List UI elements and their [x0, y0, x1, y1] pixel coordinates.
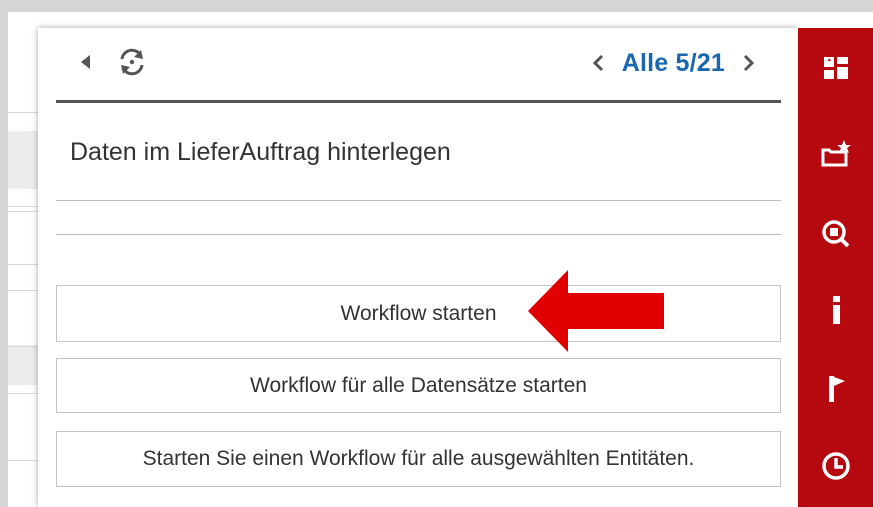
divider — [56, 200, 781, 201]
folder-star-icon[interactable] — [820, 138, 852, 170]
pager-label[interactable]: Alle 5/21 — [622, 49, 725, 78]
action-panel: Alle 5/21 Daten im LieferAuftrag hinterl… — [38, 28, 798, 507]
chevron-right-icon[interactable] — [739, 51, 757, 75]
grid-row-line — [8, 393, 38, 394]
start-workflow-selected-entities-button[interactable]: Starten Sie einen Workflow für alle ausg… — [56, 431, 781, 487]
panel-title: Daten im LieferAuftrag hinterlegen — [70, 138, 451, 166]
grid-row-line — [8, 264, 38, 265]
background-grid — [8, 28, 39, 507]
right-sidebar — [798, 28, 873, 507]
grid-row-line — [8, 112, 38, 113]
dashboard-icon[interactable] — [820, 52, 852, 84]
record-pager: Alle 5/21 — [590, 48, 757, 78]
start-workflow-button[interactable]: Workflow starten — [56, 285, 781, 342]
refresh-icon[interactable] — [114, 44, 150, 80]
back-triangle-icon[interactable] — [76, 50, 96, 74]
grid-row-shade — [8, 131, 38, 189]
outer-frame-left — [0, 0, 8, 507]
grid-row-line — [8, 206, 38, 207]
panel-toolbar: Alle 5/21 — [56, 28, 781, 103]
grid-row-line — [8, 460, 38, 461]
chevron-left-icon[interactable] — [590, 51, 608, 75]
outer-frame-top — [0, 0, 873, 12]
divider — [56, 234, 781, 235]
grid-row-line — [8, 290, 38, 291]
info-icon[interactable] — [820, 294, 852, 326]
start-workflow-all-records-button[interactable]: Workflow für alle Datensätze starten — [56, 358, 781, 413]
flag-icon[interactable] — [820, 372, 852, 404]
grid-row-line — [8, 211, 38, 212]
grid-row-shade — [8, 345, 38, 385]
red-arrow-annotation — [528, 270, 664, 352]
clock-icon[interactable] — [820, 450, 852, 482]
grid-row-line — [8, 346, 38, 347]
search-icon[interactable] — [820, 218, 852, 250]
